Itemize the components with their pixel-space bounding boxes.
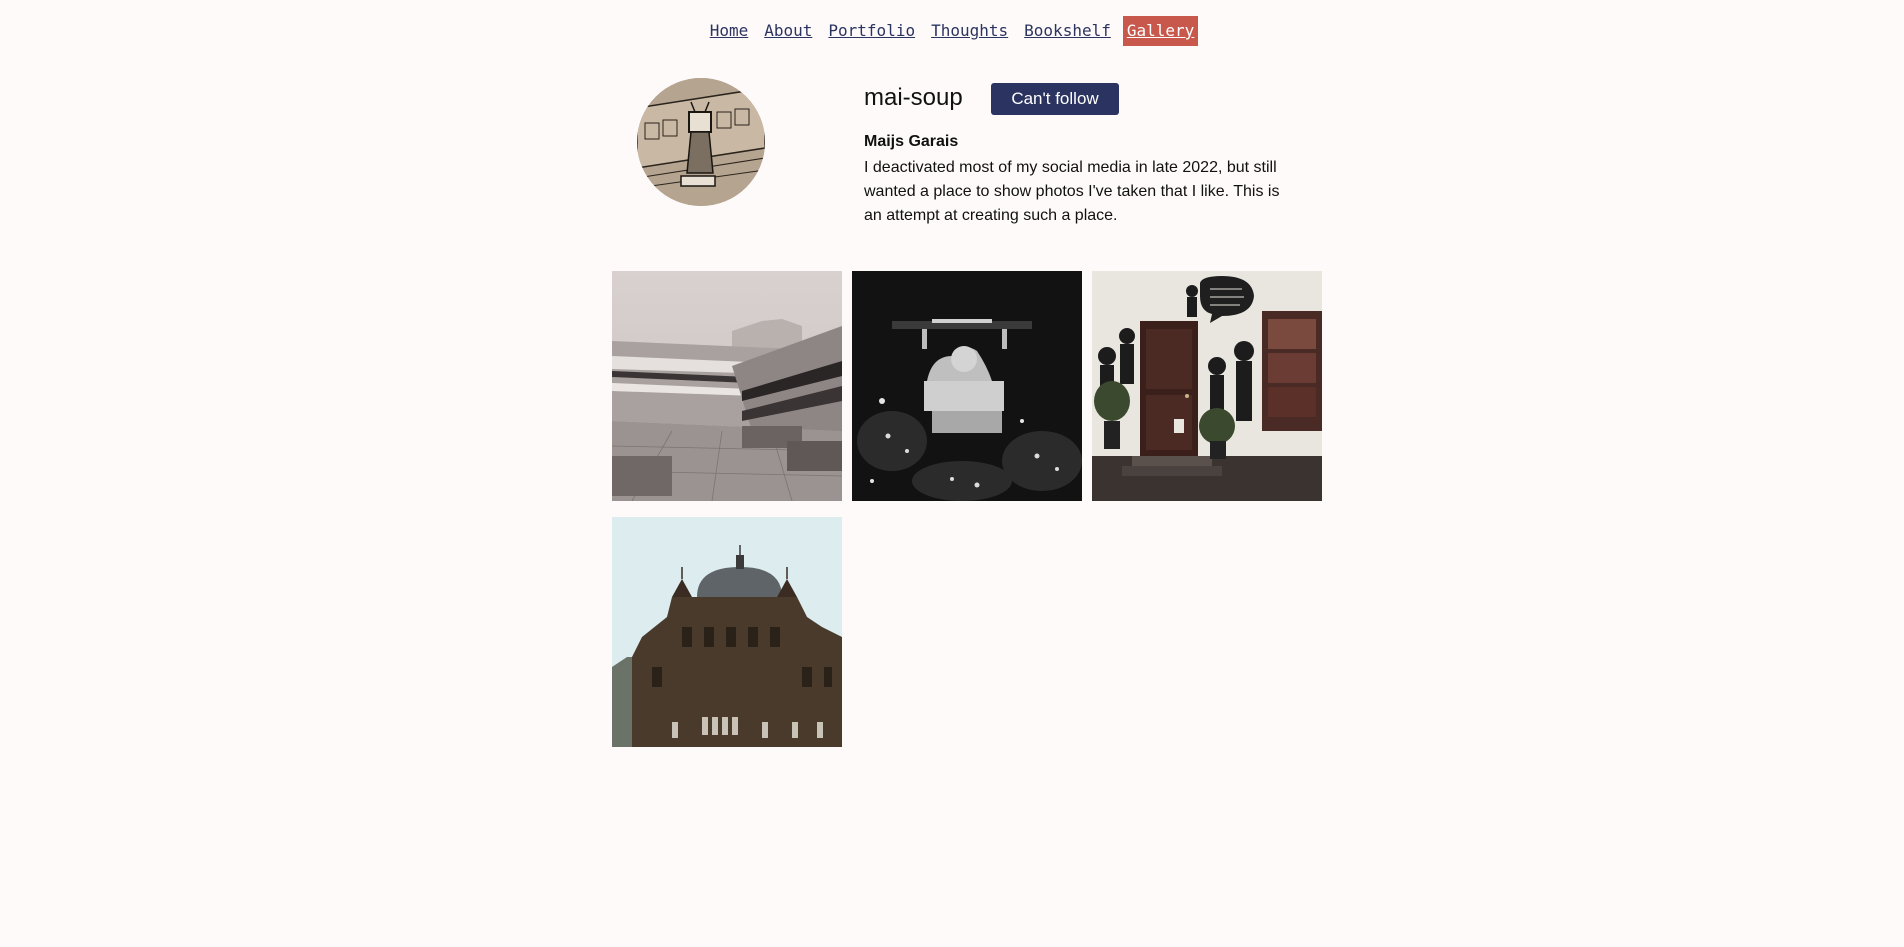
profile-bio: I deactivated most of my social media in…	[864, 159, 1280, 224]
avatar-sketch-image	[637, 78, 765, 206]
nav-thoughts-link[interactable]: Thoughts	[927, 16, 1012, 46]
profile-full-name: Maijs Garais	[864, 133, 959, 150]
brutalist-building-image	[612, 271, 842, 501]
nav-home-link[interactable]: Home	[706, 16, 753, 46]
gallery-photo[interactable]	[852, 271, 1082, 501]
mural-doorway-image	[1092, 271, 1322, 501]
follow-button[interactable]: Can't follow	[991, 83, 1119, 115]
ornate-building-image	[612, 517, 842, 747]
gallery-photo[interactable]	[612, 271, 842, 501]
nav-bookshelf-link[interactable]: Bookshelf	[1020, 16, 1115, 46]
profile-username: mai-soup	[864, 84, 963, 111]
lion-statue-image	[852, 271, 1082, 501]
nav-portfolio-link[interactable]: Portfolio	[824, 16, 919, 46]
gallery-photo[interactable]	[1092, 271, 1322, 501]
gallery-photo[interactable]	[612, 517, 842, 747]
nav-about-link[interactable]: About	[760, 16, 816, 46]
nav-gallery-link[interactable]: Gallery	[1122, 16, 1199, 46]
photo-gallery	[612, 271, 1332, 747]
main-nav: Home About Portfolio Thoughts Bookshelf …	[0, 16, 1904, 46]
avatar	[637, 78, 765, 206]
